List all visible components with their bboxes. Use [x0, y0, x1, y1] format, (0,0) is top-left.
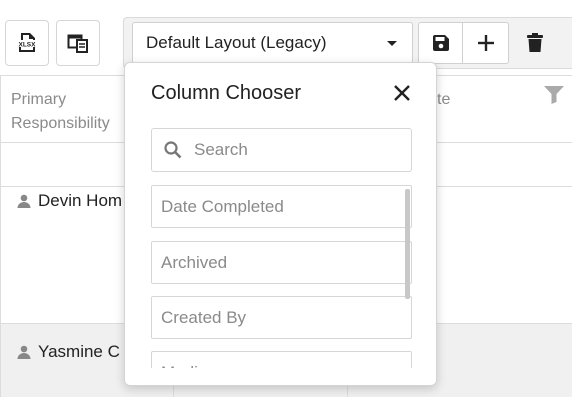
xlsx-export-icon: XLSX — [19, 33, 37, 52]
column-header-primary-responsibility[interactable]: Primary Responsibility — [11, 88, 123, 136]
column-chooser-button[interactable] — [56, 20, 100, 66]
layout-select[interactable]: Default Layout (Legacy) — [132, 22, 413, 64]
user-icon — [17, 345, 31, 359]
close-icon — [394, 85, 410, 101]
layout-select-value: Default Layout (Legacy) — [146, 33, 327, 52]
person-name: Yasmine C — [38, 342, 120, 361]
grid-left-border — [0, 75, 1, 397]
close-button[interactable] — [390, 81, 414, 105]
search-input[interactable] — [194, 140, 394, 160]
popup-title: Column Chooser — [151, 82, 302, 104]
column-item[interactable]: Created By — [151, 296, 412, 339]
export-xlsx-button[interactable]: XLSX — [5, 20, 49, 66]
delete-layout-button[interactable] — [520, 31, 550, 55]
save-icon — [432, 35, 449, 51]
trash-icon — [527, 33, 543, 52]
person-name: Devin Hom — [38, 191, 123, 210]
column-item[interactable]: Archived — [151, 241, 412, 284]
column-item[interactable]: Modi... — [151, 351, 412, 368]
plus-icon — [477, 35, 494, 51]
responsibility-cell: Devin Hom — [17, 191, 122, 211]
column-item[interactable]: Date Completed — [151, 185, 412, 228]
column-header-date[interactable]: te — [437, 88, 450, 112]
add-layout-button[interactable] — [463, 22, 509, 64]
filter-icon[interactable] — [544, 86, 564, 109]
user-icon — [17, 194, 31, 208]
column-chooser-popup: Column Chooser Date Completed Archived C… — [124, 62, 437, 386]
grid-page: XLSX Default Layout (Legacy) Primary Res… — [0, 0, 572, 397]
column-list: Date Completed Archived Created By Modi.… — [151, 185, 412, 368]
chevron-down-icon — [387, 41, 397, 46]
list-scrollbar[interactable] — [405, 189, 410, 299]
responsibility-cell: Yasmine C — [17, 342, 120, 362]
svg-text:XLSX: XLSX — [19, 42, 37, 49]
search-icon — [164, 141, 182, 159]
column-chooser-icon — [67, 34, 88, 53]
save-layout-button[interactable] — [418, 22, 463, 64]
column-search-box[interactable] — [151, 128, 412, 172]
